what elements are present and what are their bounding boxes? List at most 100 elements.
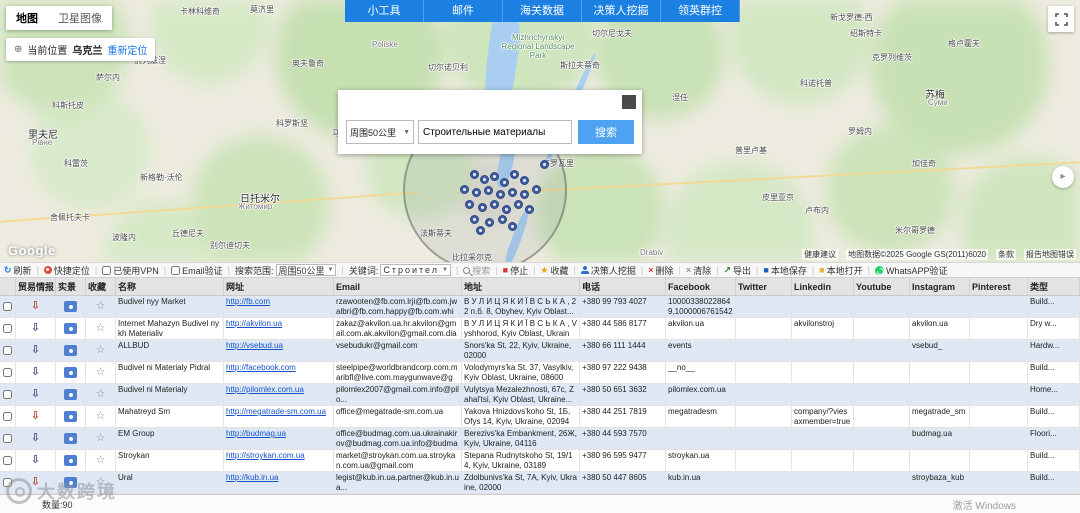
row-checkbox[interactable] (3, 478, 12, 487)
trade-report-icon[interactable]: ⇩ (31, 367, 40, 378)
row-checkbox[interactable] (3, 412, 12, 421)
street-view-icon[interactable] (64, 323, 77, 334)
street-view-icon[interactable] (64, 455, 77, 466)
column-header[interactable]: Facebook (666, 278, 736, 295)
satellite-button[interactable]: 卫星图像 (48, 6, 112, 30)
street-view-icon[interactable] (64, 345, 77, 356)
trade-report-icon[interactable]: ⇩ (31, 345, 40, 356)
nav-tab-2[interactable]: 海关数据 (503, 0, 582, 22)
trade-report-icon[interactable]: ⇩ (31, 301, 40, 312)
vpn-used[interactable]: 已使用VPN (102, 264, 159, 277)
column-header[interactable]: 名称 (116, 278, 224, 295)
favorite-star-icon[interactable]: ☆ (96, 301, 106, 312)
health-advice-link[interactable]: 健康建议 (802, 249, 839, 260)
table-row[interactable]: ⇩ ☆ Budivel ni Materialy Pidral http://face… (0, 362, 1080, 384)
row-checkbox[interactable] (3, 434, 12, 443)
website-link[interactable]: http://akvilon.ua (226, 319, 282, 328)
column-header[interactable]: 贸易情报 (16, 278, 56, 295)
delete-button[interactable]: × 删除 (648, 264, 673, 277)
street-view-icon[interactable] (64, 367, 77, 378)
column-header[interactable]: 网址 (224, 278, 334, 295)
favorite-star-icon[interactable]: ☆ (96, 367, 106, 378)
favorite-star-icon[interactable]: ☆ (96, 345, 106, 356)
range-select[interactable]: 周围50公里 ▼ (346, 120, 414, 144)
column-header[interactable]: 类型 (1028, 278, 1080, 295)
column-header[interactable]: Linkedin (792, 278, 854, 295)
street-view-icon[interactable] (64, 301, 77, 312)
whatsapp-verify-button[interactable]: WhatsAPP验证 (874, 264, 947, 277)
website-link[interactable]: http://kub.in.ua (226, 473, 278, 482)
table-row[interactable]: ⇩ ☆ Budivel nyy Market http://fb.com rzawoot… (0, 296, 1080, 318)
search-range[interactable]: 搜索范围: 周围50公里 ▼ (235, 264, 337, 277)
table-row[interactable]: ⇩ ☆ Mahatreyd Sm http://megatrade-sm.com.ua… (0, 406, 1080, 428)
table-row[interactable]: ⇩ ☆ ALLBUD http://vsebud.ua vsebudukr@gmail.… (0, 340, 1080, 362)
website-link[interactable]: http://vsebud.ua (226, 341, 283, 350)
clear-button[interactable]: × 清除 (686, 264, 711, 277)
website-link[interactable]: http://pilomlex.com.ua (226, 385, 304, 394)
website-link[interactable]: http://stroykan.com.ua (226, 451, 305, 460)
table-row[interactable]: ⇩ ☆ Ural http://kub.in.ua legist@kub.in.ua.p… (0, 472, 1080, 494)
column-header[interactable]: Instagram (910, 278, 970, 295)
row-checkbox[interactable] (3, 346, 12, 355)
relocate-link[interactable]: 重新定位 (107, 42, 147, 57)
column-header[interactable]: Email (334, 278, 462, 295)
row-checkbox[interactable] (3, 302, 12, 311)
nav-tab-3[interactable]: 决策人挖掘 (582, 0, 661, 22)
favorite-star-icon[interactable]: ☆ (96, 323, 106, 334)
website-link[interactable]: http://facebook.com (226, 363, 296, 372)
column-header[interactable]: Pinterest (970, 278, 1028, 295)
table-row[interactable]: ⇩ ☆ Budivel ni Materialy http://pilomlex.co… (0, 384, 1080, 406)
keyword-dropdown[interactable]: Строител ▼ (380, 264, 451, 276)
trade-report-icon[interactable]: ⇩ (31, 455, 40, 466)
trade-report-icon[interactable]: ⇩ (31, 433, 40, 444)
trade-report-icon[interactable]: ⇩ (31, 477, 40, 488)
refresh-button[interactable]: ↻ 刷新 (4, 264, 32, 277)
save-local-button[interactable]: ■ 本地保存 (763, 264, 806, 277)
search-input[interactable] (418, 120, 572, 144)
search-button[interactable]: 搜索 (463, 264, 490, 277)
favorite-star-icon[interactable]: ☆ (96, 389, 106, 400)
column-header[interactable]: 实景 (56, 278, 86, 295)
favorite-star-icon[interactable]: ☆ (96, 411, 106, 422)
table-row[interactable]: ⇩ ☆ Stroykan http://stroykan.com.ua market@s… (0, 450, 1080, 472)
website-link[interactable]: http://fb.com (226, 297, 270, 306)
search-range-dropdown[interactable]: 周围50公里 ▼ (275, 264, 337, 276)
row-checkbox[interactable] (3, 390, 12, 399)
search-button[interactable]: 搜索 (578, 120, 634, 144)
favorite-star-icon[interactable]: ☆ (96, 433, 106, 444)
column-header[interactable]: Youtube (854, 278, 910, 295)
close-icon[interactable] (622, 95, 636, 109)
row-checkbox[interactable] (3, 368, 12, 377)
map-compass-control[interactable]: ▸ (1052, 166, 1074, 188)
report-error-link[interactable]: 报告地图错误 (1024, 249, 1076, 260)
favorite-button[interactable]: ★ 收藏 (540, 264, 568, 277)
column-header[interactable]: 地址 (462, 278, 580, 295)
trade-report-icon[interactable]: ⇩ (31, 411, 40, 422)
favorite-star-icon[interactable]: ☆ (96, 477, 106, 488)
nav-tab-1[interactable]: 邮件 (424, 0, 503, 22)
open-local-button[interactable]: ■ 本地打开 (819, 264, 862, 277)
column-header[interactable]: 电话 (580, 278, 666, 295)
favorite-star-icon[interactable]: ☆ (96, 455, 106, 466)
terms-link[interactable]: 条款 (996, 249, 1016, 260)
map-button[interactable]: 地图 (6, 6, 48, 30)
website-link[interactable]: http://megatrade-sm.com.ua (226, 407, 326, 416)
row-checkbox[interactable] (3, 324, 12, 333)
vpn-used-checkbox[interactable] (102, 265, 112, 275)
export-button[interactable]: ↗ 导出 (723, 264, 751, 277)
nav-tab-0[interactable]: 小工具 (345, 0, 424, 22)
keyword[interactable]: 关键词: Строител ▼ (349, 264, 451, 277)
trade-report-icon[interactable]: ⇩ (31, 323, 40, 334)
nav-tab-4[interactable]: 领英群控 (661, 0, 740, 22)
map-canvas[interactable]: 卡林科维奇莫济里萨尔内别列兹涅科斯托皮里夫尼Рівне科雷茨新格勒-沃伦舍佩托夫… (0, 0, 1080, 262)
email-verify-checkbox[interactable] (171, 265, 181, 275)
street-view-icon[interactable] (64, 433, 77, 444)
table-row[interactable]: ⇩ ☆ EM Group http://budmag.ua office@budmag.… (0, 428, 1080, 450)
quick-locate-button[interactable]: 快捷定位 (43, 264, 90, 277)
table-row[interactable]: ⇩ ☆ Internet Mahazyn Budivel nykh Material… (0, 318, 1080, 340)
column-header[interactable]: 收藏 (86, 278, 116, 295)
decision-mining-button[interactable]: 决策人挖掘 (580, 264, 636, 277)
street-view-icon[interactable] (64, 411, 77, 422)
fullscreen-button[interactable] (1048, 6, 1074, 32)
email-verify[interactable]: Email验证 (171, 264, 223, 277)
